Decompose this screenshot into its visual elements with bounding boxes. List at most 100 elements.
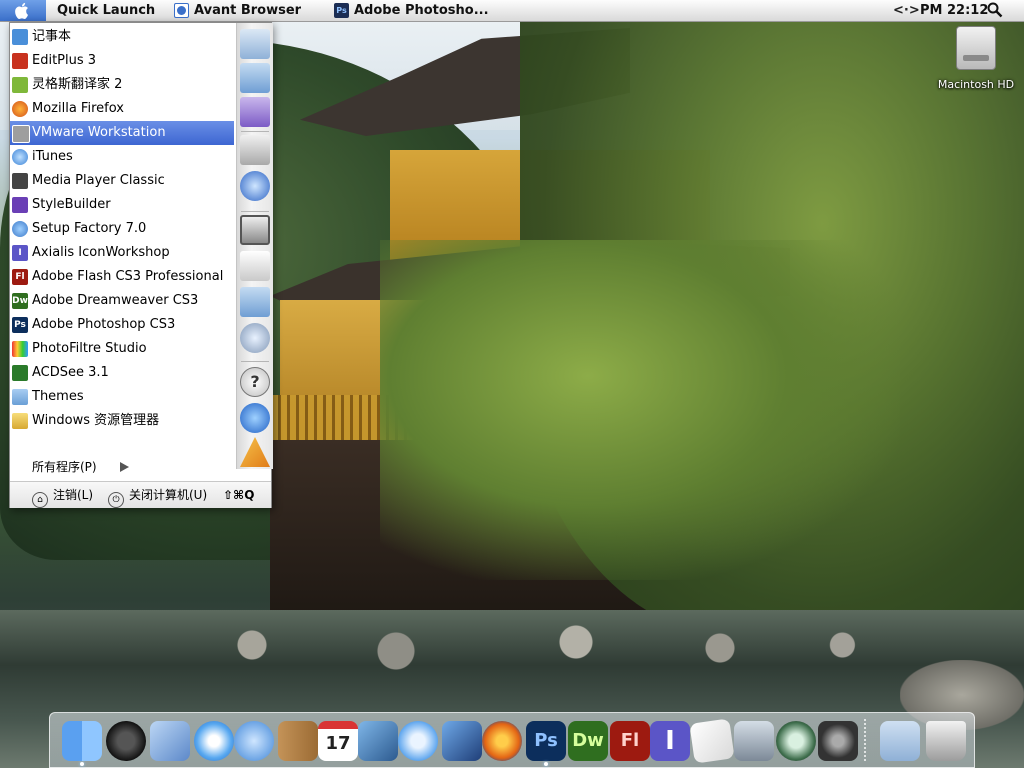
- media-player-icon: [12, 173, 28, 189]
- time-machine-icon[interactable]: [776, 721, 816, 761]
- menu-item-acdsee[interactable]: ACDSee 3.1: [10, 361, 234, 385]
- trash-icon[interactable]: [926, 721, 966, 761]
- menu-item-itunes[interactable]: iTunes: [10, 145, 234, 169]
- network-status-icon[interactable]: <·>: [893, 0, 920, 21]
- textedit-icon[interactable]: [689, 718, 735, 764]
- menu-item-label: 灵格斯翻译家 2: [32, 77, 123, 92]
- documents-folder-icon[interactable]: [880, 721, 920, 761]
- iphoto-icon[interactable]: [358, 721, 398, 761]
- ical-icon[interactable]: 17: [318, 721, 358, 761]
- menu-item-editplus[interactable]: EditPlus 3: [10, 49, 234, 73]
- taskbar-item-photoshop[interactable]: Ps Adobe Photosho...: [334, 0, 489, 21]
- imovie-icon[interactable]: [442, 721, 482, 761]
- apple-icon: [15, 2, 28, 19]
- menu-item-iconworkshop[interactable]: I Axialis IconWorkshop: [10, 241, 234, 265]
- menu-item-setup-factory[interactable]: Setup Factory 7.0: [10, 217, 234, 241]
- menu-item-label: 记事本: [32, 29, 72, 44]
- editplus-icon: [12, 53, 28, 69]
- taskbar-item-avant-browser[interactable]: Avant Browser: [174, 0, 301, 21]
- network-globe-icon[interactable]: [240, 171, 270, 201]
- photoshop-icon: Ps: [12, 317, 28, 333]
- all-programs-button[interactable]: 所有程序(P): [10, 455, 236, 479]
- flash-icon: Fl: [12, 269, 28, 285]
- folder-icon: [12, 389, 28, 405]
- menu-item-photoshop[interactable]: Ps Adobe Photoshop CS3: [10, 313, 234, 337]
- dock-separator: [864, 719, 866, 763]
- menu-item-label: StyleBuilder: [32, 197, 111, 212]
- power-icon: ⏻: [108, 492, 124, 508]
- system-preferences-icon[interactable]: [818, 721, 858, 761]
- dock: 17 Ps Dw Fl I: [49, 712, 975, 768]
- menu-item-label: Adobe Flash CS3 Professional: [32, 269, 224, 284]
- logoff-label: 注销(L): [53, 488, 94, 502]
- running-indicator: [544, 762, 548, 766]
- ichat-icon[interactable]: [234, 721, 274, 761]
- mail-icon[interactable]: [150, 721, 190, 761]
- notepad-icon: [12, 29, 28, 45]
- menu-item-photofiltre[interactable]: PhotoFiltre Studio: [10, 337, 234, 361]
- menubar-clock[interactable]: PM 22:12: [920, 0, 988, 21]
- music-folder-icon[interactable]: [240, 97, 270, 127]
- shutdown-button[interactable]: ⏻ 关闭计算机(U): [108, 482, 207, 508]
- photofiltre-icon: [12, 341, 28, 357]
- photoshop-icon[interactable]: Ps: [526, 721, 566, 761]
- stylebuilder-icon: [12, 197, 28, 213]
- globe-icon[interactable]: [240, 323, 270, 353]
- quick-launch-menu[interactable]: Quick Launch: [57, 0, 155, 21]
- menu-item-themes[interactable]: Themes: [10, 385, 234, 409]
- menu-item-windows-explorer[interactable]: Windows 资源管理器: [10, 409, 234, 433]
- menu-item-label: Adobe Dreamweaver CS3: [32, 293, 199, 308]
- separator: [241, 211, 269, 212]
- search-icon[interactable]: [240, 403, 270, 433]
- safari-icon[interactable]: [194, 721, 234, 761]
- all-programs-label: 所有程序(P): [32, 460, 97, 474]
- iconworkshop-icon[interactable]: I: [650, 721, 690, 761]
- wallpaper-stones: [180, 615, 900, 675]
- menu-item-dreamweaver[interactable]: Dw Adobe Dreamweaver CS3: [10, 289, 234, 313]
- firefox-icon: [12, 101, 28, 117]
- menu-item-lingoes[interactable]: 灵格斯翻译家 2: [10, 73, 234, 97]
- hard-drive-icon: [956, 26, 996, 70]
- firefox-icon[interactable]: [482, 721, 522, 761]
- control-panel-icon[interactable]: [240, 215, 270, 245]
- flash-icon[interactable]: Fl: [610, 721, 650, 761]
- desktop-icon-macintosh-hd[interactable]: Macintosh HD: [936, 26, 1016, 91]
- drive-icon[interactable]: [240, 135, 270, 165]
- menu-item-firefox[interactable]: Mozilla Firefox: [10, 97, 234, 121]
- run-icon[interactable]: [240, 437, 270, 467]
- menu-item-stylebuilder[interactable]: StyleBuilder: [10, 193, 234, 217]
- taskbar-item-label: Avant Browser: [194, 3, 302, 18]
- itunes-icon: [12, 149, 28, 165]
- menu-item-label: iTunes: [32, 149, 73, 164]
- menu-item-notepad[interactable]: 记事本: [10, 25, 234, 49]
- menu-item-label: Mozilla Firefox: [32, 101, 124, 116]
- folder-arrow-icon[interactable]: [240, 287, 270, 317]
- menu-item-label: EditPlus 3: [32, 53, 97, 68]
- finder-icon[interactable]: [62, 721, 102, 761]
- menu-item-media-player-classic[interactable]: Media Player Classic: [10, 169, 234, 193]
- documents-icon[interactable]: [240, 29, 270, 59]
- address-book-icon[interactable]: [278, 721, 318, 761]
- itunes-icon[interactable]: [398, 721, 438, 761]
- menu-item-label: Axialis IconWorkshop: [32, 245, 170, 260]
- wallpaper-pine-front: [380, 240, 900, 580]
- home-icon: ⌂: [32, 492, 48, 508]
- setup-factory-icon: [12, 221, 28, 237]
- printer-icon[interactable]: [240, 251, 270, 281]
- logoff-button[interactable]: ⌂ 注销(L): [32, 482, 93, 508]
- dreamweaver-icon[interactable]: Dw: [568, 721, 608, 761]
- expose-icon[interactable]: [734, 721, 774, 761]
- help-icon[interactable]: ?: [240, 367, 270, 397]
- desktop-icon-label: Macintosh HD: [937, 78, 1015, 91]
- menu-item-label: Media Player Classic: [32, 173, 165, 188]
- separator: [241, 131, 269, 132]
- spotlight-search-icon[interactable]: [987, 2, 1003, 18]
- menu-item-flash[interactable]: Fl Adobe Flash CS3 Professional: [10, 265, 234, 289]
- acdsee-icon: [12, 365, 28, 381]
- photoshop-icon: Ps: [334, 3, 349, 18]
- menu-item-vmware[interactable]: VMware Workstation: [10, 121, 234, 145]
- lingoes-icon: [12, 77, 28, 93]
- dashboard-icon[interactable]: [106, 721, 146, 761]
- apple-menu-button[interactable]: [0, 0, 46, 21]
- folder-forward-icon[interactable]: [240, 63, 270, 93]
